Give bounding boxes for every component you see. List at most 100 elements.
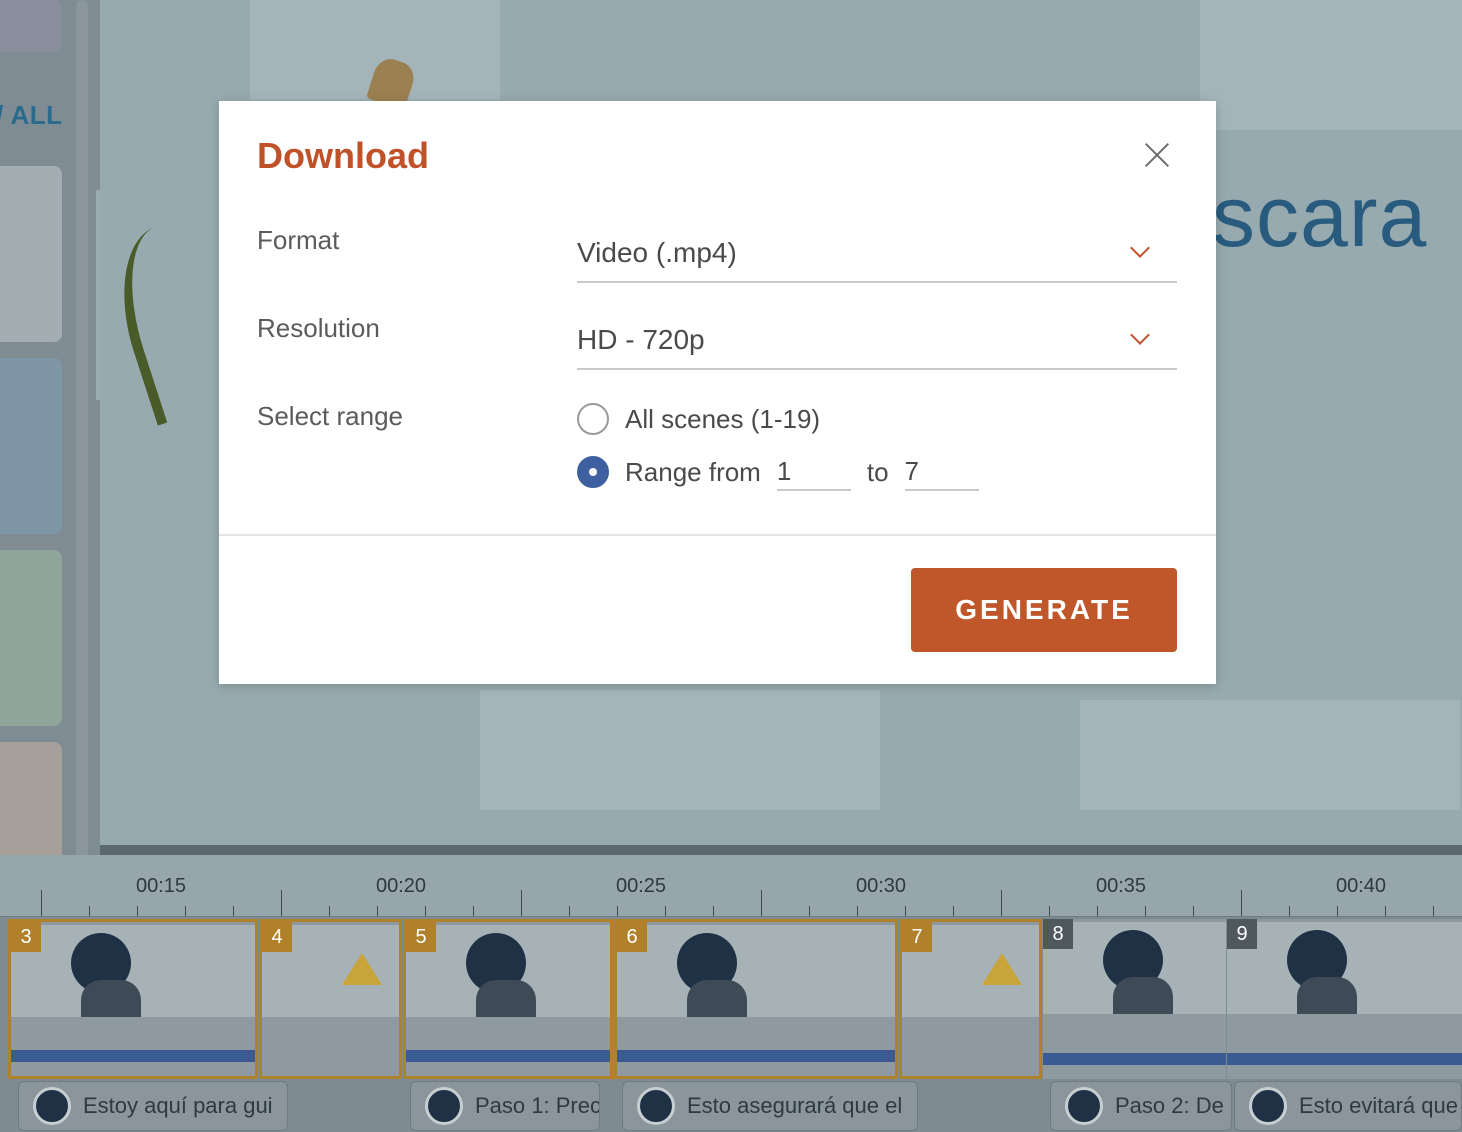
scene-thumbnail: [11, 925, 255, 1017]
scene-clip[interactable]: 8: [1043, 919, 1226, 1079]
presenter-figure: [1113, 977, 1173, 1014]
tick-mark: [89, 906, 90, 916]
dialog-title: Download: [257, 135, 429, 176]
resolution-select[interactable]: HD - 720p: [577, 314, 1177, 370]
scene-duration-bar[interactable]: [1043, 1053, 1226, 1065]
range-option[interactable]: Range from to: [577, 453, 979, 491]
scene-duration-bar[interactable]: [1227, 1053, 1462, 1065]
avatar: [425, 1087, 463, 1125]
tick-mark: [521, 890, 522, 916]
audio-track: Estoy aquí para gui Paso 1: Prec Esto as…: [0, 1081, 1462, 1131]
tick-label: 00:35: [1095, 875, 1147, 897]
asset-thumbnail[interactable]: [0, 0, 62, 52]
scene-number: 8: [1043, 919, 1073, 949]
tick-mark: [473, 906, 474, 916]
all-scenes-radio[interactable]: [577, 403, 609, 435]
avatar: [1249, 1087, 1287, 1125]
range-radio[interactable]: [577, 456, 609, 488]
tick-mark: [905, 906, 906, 916]
scene-thumbnail: [1227, 922, 1462, 1014]
avatar: [33, 1087, 71, 1125]
tick-mark: [1193, 906, 1194, 916]
select-range-label: Select range: [257, 401, 403, 431]
presenter-figure: [687, 980, 747, 1017]
scene-clip[interactable]: 7: [899, 919, 1042, 1079]
tick-label: 00:15: [135, 875, 187, 897]
audio-clip-text: Esto evitará que: [1299, 1093, 1458, 1118]
tick-mark: [1097, 906, 1098, 916]
all-scenes-option[interactable]: All scenes (1-19): [577, 403, 820, 435]
resolution-value: HD - 720p: [577, 324, 705, 355]
scene-number: 5: [406, 922, 436, 952]
view-all-link[interactable]: / ALL: [0, 100, 63, 131]
tick-label: 00:40: [1335, 875, 1387, 897]
range-from-input[interactable]: [776, 453, 851, 491]
assets-scrollbar[interactable]: [76, 0, 88, 862]
tick-label: 00:25: [615, 875, 667, 897]
scene-duration-bar[interactable]: [406, 1050, 610, 1062]
tick-mark: [857, 906, 858, 916]
warning-icon: [342, 953, 382, 985]
audio-clip-text: Estoy aquí para gui: [83, 1093, 273, 1118]
all-scenes-label: All scenes (1-19): [625, 403, 821, 434]
tick-mark: [713, 906, 714, 916]
warning-icon: [982, 953, 1022, 985]
format-label: Format: [257, 225, 340, 255]
chevron-down-icon: [1130, 238, 1150, 258]
tick-mark: [185, 906, 186, 916]
presenter-figure: [1297, 977, 1357, 1014]
tick-mark: [569, 906, 570, 916]
presenter-figure: [476, 980, 536, 1017]
avatar: [1065, 1087, 1103, 1125]
tick-mark: [1289, 906, 1290, 916]
timeline: 00:15 00:20 00:25 00:30 00:35 00:40 3 4 …: [0, 855, 1462, 1132]
scene-number: 7: [902, 922, 932, 952]
tick-mark: [377, 906, 378, 916]
tick-mark: [1241, 890, 1242, 916]
tick-mark: [1049, 906, 1050, 916]
audio-clip-text: Esto asegurará que el: [687, 1093, 903, 1118]
format-value: Video (.mp4): [577, 237, 737, 268]
tick-mark: [329, 906, 330, 916]
audio-clip[interactable]: Paso 1: Prec: [410, 1081, 600, 1131]
close-icon[interactable]: [1139, 137, 1175, 173]
audio-clip-text: Paso 2: De: [1115, 1093, 1224, 1118]
scene-number: 3: [11, 922, 41, 952]
range-to-input[interactable]: [904, 453, 979, 491]
audio-clip[interactable]: Esto asegurará que el: [622, 1081, 918, 1131]
asset-thumbnail[interactable]: [0, 166, 62, 342]
time-ruler[interactable]: 00:15 00:20 00:25 00:30 00:35 00:40: [0, 855, 1462, 917]
presenter-figure: [81, 980, 141, 1017]
tick-mark: [761, 890, 762, 916]
tick-mark: [1145, 906, 1146, 916]
assets-panel: / ALL: [0, 0, 100, 868]
tick-mark: [1001, 890, 1002, 916]
scene-clip[interactable]: 9: [1227, 919, 1462, 1079]
scene-clip[interactable]: 4: [259, 919, 402, 1079]
tick-mark: [665, 906, 666, 916]
asset-thumbnail[interactable]: [0, 550, 62, 726]
asset-thumbnail[interactable]: [0, 358, 62, 534]
timeline-divider[interactable]: [100, 845, 1462, 855]
tick-mark: [617, 906, 618, 916]
tick-mark: [137, 906, 138, 916]
scene-clip[interactable]: 5: [403, 919, 613, 1079]
scene-clip[interactable]: 3: [8, 919, 258, 1079]
tick-label: 00:20: [375, 875, 427, 897]
format-select[interactable]: Video (.mp4): [577, 227, 1177, 283]
generate-button[interactable]: GENERATE: [911, 568, 1177, 652]
audio-clip[interactable]: Estoy aquí para gui: [18, 1081, 288, 1131]
scene-number: 9: [1227, 919, 1257, 949]
audio-clip[interactable]: Esto evitará que: [1234, 1081, 1462, 1131]
scene-clip[interactable]: 6: [614, 919, 898, 1079]
tick-mark: [1385, 906, 1386, 916]
tick-mark: [1433, 906, 1434, 916]
asset-thumbnail[interactable]: [0, 742, 62, 868]
scene-duration-bar[interactable]: [617, 1050, 895, 1062]
avatar: [637, 1087, 675, 1125]
audio-clip[interactable]: Paso 2: De: [1050, 1081, 1232, 1131]
scene-duration-bar[interactable]: [11, 1050, 255, 1062]
audio-clip-text: Paso 1: Prec: [475, 1093, 600, 1118]
tick-mark: [41, 890, 42, 916]
canvas-block: [1200, 0, 1462, 130]
